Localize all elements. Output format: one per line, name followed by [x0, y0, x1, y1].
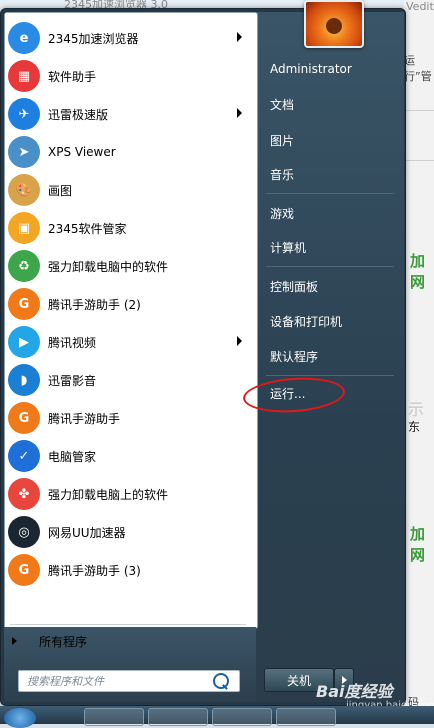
taskbar-button[interactable] — [276, 708, 336, 726]
program-item[interactable]: ◗ 迅雷影音 — [6, 361, 252, 399]
program-label: 迅雷极速版 — [48, 107, 109, 122]
background-green-text-1: 加网 — [410, 252, 426, 291]
program-label: 强力卸载电脑中的软件 — [48, 259, 169, 274]
music-link[interactable]: 音乐 — [270, 166, 294, 183]
baidu-watermark: Bai度经验 — [316, 682, 393, 701]
taskbar-button[interactable] — [212, 708, 272, 726]
uninstall-pinwheel-icon: ✤ — [8, 478, 40, 510]
program-label: 2345加速浏览器 — [48, 31, 139, 46]
program-item[interactable]: ♻ 强力卸载电脑中的软件 — [6, 247, 252, 285]
user-avatar-flower[interactable] — [304, 0, 364, 48]
program-item[interactable]: G 腾讯手游助手 (3) — [6, 551, 252, 589]
start-orb-icon[interactable] — [4, 708, 36, 728]
search-box[interactable]: 搜索程序和文件 — [18, 670, 240, 692]
program-label: XPS Viewer — [48, 145, 116, 159]
search-input[interactable]: 搜索程序和文件 — [27, 673, 213, 689]
program-item[interactable]: ✤ 强力卸载电脑上的软件 — [6, 475, 252, 513]
background-green-text-2: 加网 — [410, 525, 426, 564]
submenu-arrow-icon[interactable] — [237, 32, 242, 42]
program-item[interactable]: ▣ 2345软件管家 — [6, 209, 252, 247]
program-label: 网易UU加速器 — [48, 525, 126, 540]
app-helper-icon: ▦ — [8, 60, 40, 92]
program-label: 强力卸载电脑上的软件 — [48, 487, 169, 502]
program-label: 画图 — [48, 183, 73, 198]
uu-accelerator-icon: ◎ — [8, 516, 40, 548]
thunder-player-icon: ◗ — [8, 364, 40, 396]
right-separator — [266, 193, 394, 194]
taskbar-button[interactable] — [148, 708, 208, 726]
background-right-text: 运行”管 — [404, 54, 432, 83]
user-folder-link[interactable]: Administrator — [270, 62, 352, 76]
program-item[interactable]: 🎨 画图 — [6, 171, 252, 209]
background-window-right: Vedit 运行”管 加网 示 东 加网 码 — [404, 0, 434, 724]
flower-center — [326, 18, 342, 34]
right-separator — [266, 266, 394, 267]
program-item[interactable]: ▶ 腾讯视频 — [6, 323, 252, 361]
thunder-bird-icon: ✈ — [8, 98, 40, 130]
tencent-game-icon: G — [8, 402, 40, 434]
xps-plane-icon: ➤ — [8, 136, 40, 168]
program-label: 电脑管家 — [48, 449, 97, 464]
submenu-arrow-icon[interactable] — [237, 336, 242, 346]
tencent-video-icon: ▶ — [8, 326, 40, 358]
software-manager-icon: ▣ — [8, 212, 40, 244]
all-programs-label: 所有程序 — [39, 634, 88, 649]
program-item[interactable]: ✓ 电脑管家 — [6, 437, 252, 475]
submenu-arrow-icon[interactable] — [237, 108, 242, 118]
program-item[interactable]: e 2345加速浏览器 — [6, 19, 252, 57]
program-item[interactable]: ◎ 网易UU加速器 — [6, 513, 252, 551]
program-label: 腾讯视频 — [48, 335, 97, 350]
expand-arrow-icon — [12, 637, 17, 645]
devices-printers-link[interactable]: 设备和打印机 — [270, 313, 342, 330]
taskbar-button[interactable] — [84, 708, 144, 726]
program-label: 腾讯手游助手 — [48, 411, 121, 426]
background-right-title: Vedit — [406, 0, 434, 13]
background-grey-text-1: 示 — [408, 400, 425, 419]
pc-manager-shield-icon: ✓ — [8, 440, 40, 472]
tencent-game-icon: G — [8, 288, 40, 320]
search-icon[interactable] — [213, 673, 229, 689]
program-item[interactable]: G 腾讯手游助手 — [6, 399, 252, 437]
program-item[interactable]: ➤ XPS Viewer — [6, 133, 252, 171]
games-link[interactable]: 游戏 — [270, 205, 294, 222]
program-label: 迅雷影音 — [48, 373, 97, 388]
program-label: 腾讯手游助手 (2) — [48, 297, 141, 312]
program-item[interactable]: G 腾讯手游助手 (2) — [6, 285, 252, 323]
tencent-game-icon: G — [8, 554, 40, 586]
default-programs-link[interactable]: 默认程序 — [270, 348, 318, 365]
program-label: 腾讯手游助手 (3) — [48, 563, 141, 578]
right-separator — [266, 375, 394, 376]
program-item[interactable]: ✈ 迅雷极速版 — [6, 95, 252, 133]
recycle-bin-icon: ♻ — [8, 250, 40, 282]
program-label: 2345软件管家 — [48, 221, 127, 236]
separator — [10, 624, 246, 625]
program-item[interactable]: ▦ 软件助手 — [6, 57, 252, 95]
computer-link[interactable]: 计算机 — [270, 239, 306, 256]
paint-palette-icon: 🎨 — [8, 174, 40, 206]
e-browser-icon: e — [8, 22, 40, 54]
background-grey-text-2: 东 — [408, 420, 421, 434]
all-programs-button[interactable]: 所有程序 — [12, 630, 87, 652]
documents-link[interactable]: 文档 — [270, 96, 294, 113]
pictures-link[interactable]: 图片 — [270, 132, 294, 149]
control-panel-link[interactable]: 控制面板 — [270, 278, 318, 295]
program-label: 软件助手 — [48, 69, 97, 84]
